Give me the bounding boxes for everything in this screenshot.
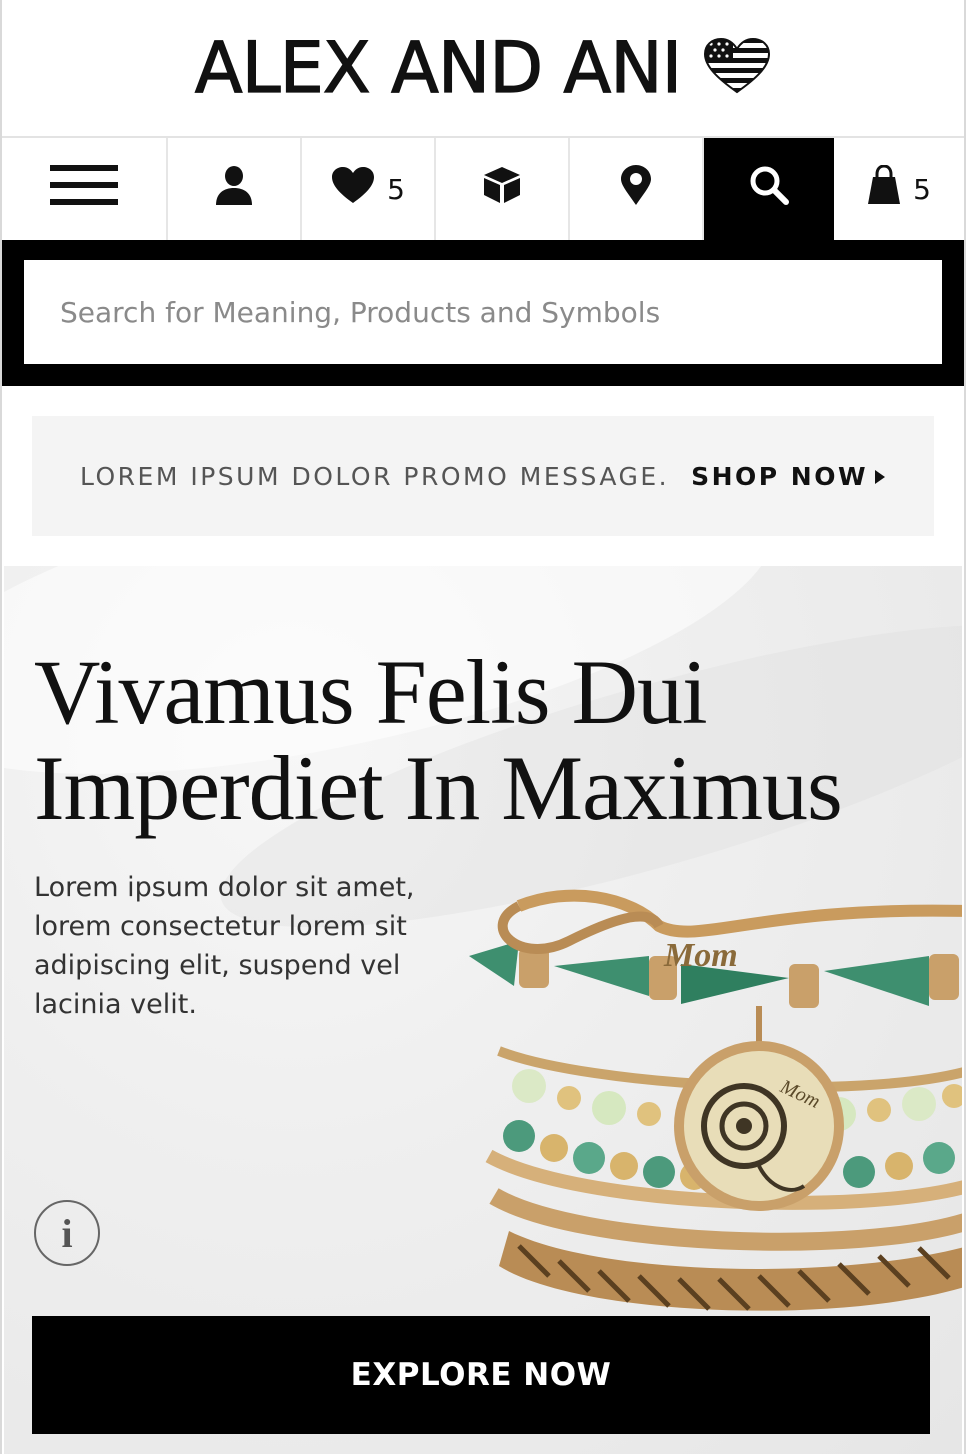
hero-title-line: Imperdiet In Maximus	[34, 737, 843, 839]
logo-bar: ALEX AND ANI	[2, 0, 964, 138]
search-toggle-button[interactable]	[704, 138, 834, 240]
brand-logo[interactable]: ALEX AND ANI	[194, 26, 772, 110]
location-pin-icon	[619, 164, 653, 214]
hamburger-menu-icon	[50, 165, 118, 213]
flag-heart-icon	[703, 37, 771, 99]
search-input[interactable]	[24, 260, 942, 364]
store-locator-button[interactable]	[570, 138, 704, 240]
hero-title-line: Vivamus Felis Dui	[34, 641, 708, 743]
menu-button[interactable]	[2, 138, 168, 240]
promo-message: LOREM IPSUM DOLOR PROMO MESSAGE.	[79, 461, 670, 491]
promo-banner: LOREM IPSUM DOLOR PROMO MESSAGE. SHOP NO…	[32, 416, 934, 536]
account-button[interactable]	[168, 138, 302, 240]
bracelet-stack-image: Mom Mom	[459, 886, 962, 1331]
orders-button[interactable]	[436, 138, 570, 240]
shop-now-label: SHOP NOW	[691, 461, 869, 491]
hero-title: Vivamus Felis Dui Imperdiet In Maximus	[34, 641, 843, 839]
brand-name: ALEX AND ANI	[194, 26, 683, 109]
hero-copy-line: adipiscing elit, suspend vel	[34, 950, 401, 981]
wishlist-count: 5	[387, 172, 405, 206]
box-icon	[482, 165, 522, 213]
hero-copy-line: lacinia velit.	[34, 989, 197, 1020]
play-arrow-icon	[874, 462, 886, 491]
bag-count: 5	[913, 172, 931, 206]
hero-banner: Vivamus Felis Dui Imperdiet In Maximus L…	[4, 566, 962, 1454]
mom-floral-charm: Mom	[674, 1006, 844, 1211]
user-icon	[214, 165, 254, 213]
wishlist-button[interactable]: 5	[302, 138, 436, 240]
hero-copy: Lorem ipsum dolor sit amet, lorem consec…	[34, 868, 454, 1024]
explore-now-button[interactable]: EXPLORE NOW	[32, 1316, 930, 1434]
shopping-bag-button[interactable]: 5	[834, 138, 964, 240]
mom-word-charm: Mom	[663, 937, 738, 974]
info-button[interactable]: i	[34, 1200, 100, 1266]
page: ALEX AND ANI 5 5 Search for Meaning, Pro…	[0, 0, 966, 1454]
heart-icon	[331, 166, 375, 212]
search-panel	[2, 240, 964, 386]
main-nav: 5 5	[2, 138, 964, 240]
shop-now-link[interactable]: SHOP NOW	[691, 462, 886, 491]
info-icon: i	[61, 1210, 73, 1256]
hero-copy-line: lorem consectetur lorem sit	[34, 911, 407, 942]
search-icon	[749, 165, 789, 213]
shopping-bag-icon	[867, 164, 901, 213]
hero-copy-line: Lorem ipsum dolor sit amet,	[34, 872, 415, 903]
